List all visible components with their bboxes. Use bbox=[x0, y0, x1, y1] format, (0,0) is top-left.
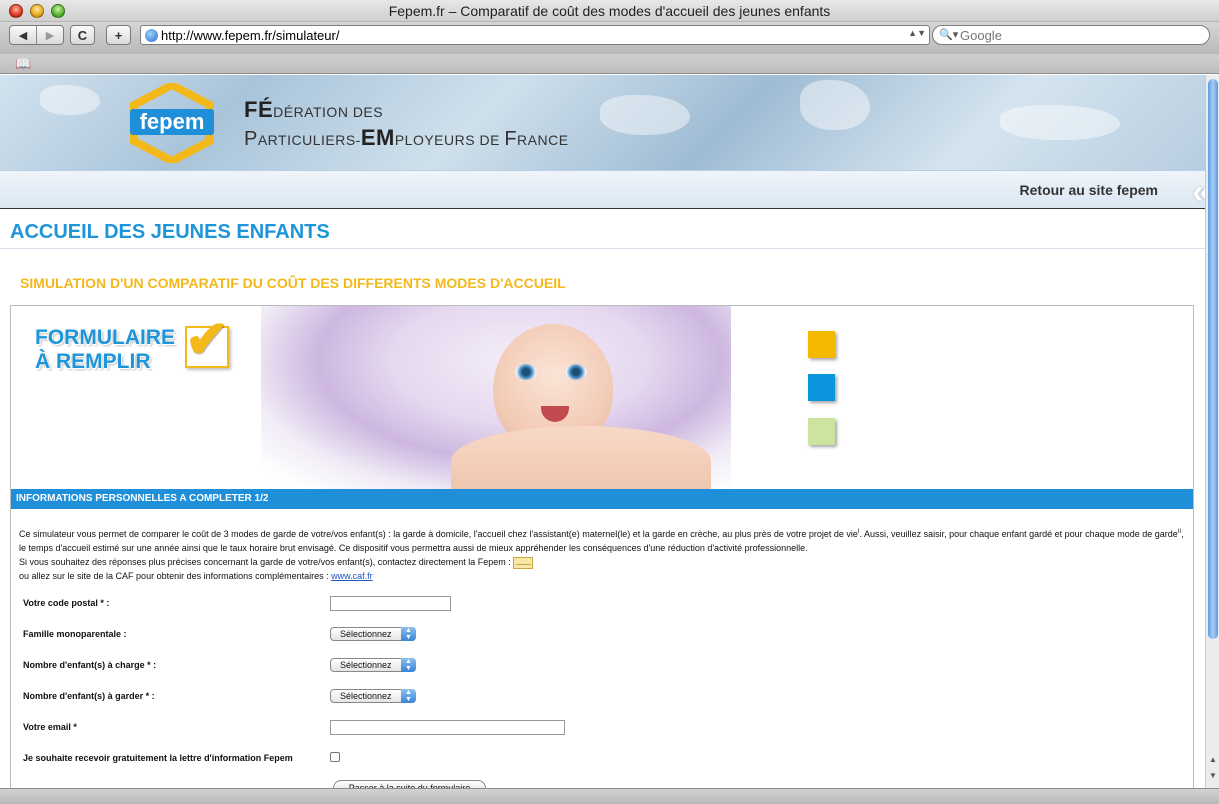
window-title: Fepem.fr – Comparatif de coût des modes … bbox=[388, 3, 831, 19]
fed-f: F bbox=[504, 128, 518, 150]
search-placeholder: Google bbox=[960, 28, 1002, 43]
banner-decor bbox=[1000, 105, 1120, 140]
postal-label: Votre code postal * : bbox=[23, 598, 110, 608]
intro-caf: ou allez sur le site de la CAF pour obte… bbox=[19, 571, 329, 581]
nav-buttons: ◀ ▶ bbox=[9, 25, 64, 45]
search-icon: 🔍▾ bbox=[939, 29, 959, 41]
search-field[interactable]: 🔍▾ Google bbox=[932, 25, 1210, 45]
fepem-logo[interactable]: fepem bbox=[130, 83, 214, 163]
baby-photo bbox=[261, 306, 731, 489]
form-container: FORMULAIRE À REMPLIR ✔ INFORMATIONS PERS… bbox=[10, 305, 1194, 788]
baby-mouth bbox=[541, 406, 569, 422]
status-bar bbox=[0, 788, 1219, 804]
reload-button[interactable]: C bbox=[70, 25, 95, 45]
banner-decor bbox=[800, 80, 870, 130]
bookmarks-book-icon[interactable]: 📖 bbox=[15, 56, 31, 72]
select-arrows-icon: ▲ ▼ bbox=[401, 627, 416, 641]
address-url: http://www.fepem.fr/simulateur/ bbox=[161, 28, 340, 43]
back-button[interactable]: ◀ bbox=[10, 26, 36, 44]
intro-text: Ce simulateur vous permet de comparer le… bbox=[19, 525, 1184, 583]
fed-line2a: ARTICULIERS- bbox=[257, 132, 361, 148]
reload-icon: C bbox=[77, 27, 88, 43]
banner-decor bbox=[600, 95, 690, 135]
intro-contact: Si vous souhaitez des réponses plus préc… bbox=[19, 557, 511, 567]
garder-label: Nombre d'enfant(s) à garder * : bbox=[23, 691, 155, 701]
newsletter-checkbox[interactable] bbox=[330, 752, 340, 762]
fed-line2c: RANCE bbox=[517, 132, 569, 148]
garder-select[interactable]: Sélectionnez ▲ ▼ bbox=[330, 689, 416, 703]
caf-link[interactable]: www.caf.fr bbox=[331, 571, 373, 581]
mono-select-value: Sélectionnez bbox=[340, 629, 392, 639]
garder-select-value: Sélectionnez bbox=[340, 691, 392, 701]
vertical-scrollbar[interactable]: ▲ ▼ bbox=[1205, 75, 1219, 788]
globe-icon bbox=[145, 29, 158, 42]
browser-window: Fepem.fr – Comparatif de coût des modes … bbox=[0, 0, 1219, 804]
title-divider bbox=[0, 248, 1205, 249]
color-square-green bbox=[808, 418, 835, 445]
fed-cap: FÉ bbox=[244, 97, 274, 122]
plus-icon: + bbox=[114, 27, 123, 43]
select-arrows-icon: ▲ ▼ bbox=[401, 658, 416, 672]
charge-select-value: Sélectionnez bbox=[340, 660, 392, 670]
bookmarks-bar: 📖 bbox=[0, 54, 1219, 74]
federation-name: FÉDÉRATION DES PARTICULIERS-EMPLOYEURS D… bbox=[244, 97, 569, 153]
title-bar: Fepem.fr – Comparatif de coût des modes … bbox=[0, 0, 1219, 22]
forward-button[interactable]: ▶ bbox=[36, 26, 63, 44]
intro-p1: Ce simulateur vous permet de comparer le… bbox=[19, 529, 858, 539]
mail-icon[interactable] bbox=[513, 556, 534, 569]
scroll-up-icon[interactable]: ▲ bbox=[1207, 755, 1219, 767]
address-dropdown-icon[interactable]: ▲▼ bbox=[908, 28, 926, 38]
mono-label: Famille monoparentale : bbox=[23, 629, 127, 639]
fed-line1: DÉRATION DES bbox=[273, 104, 384, 120]
fed-line2b: PLOYEURS DE bbox=[394, 132, 505, 148]
select-arrows-icon: ▲ ▼ bbox=[401, 689, 416, 703]
formulaire-line2: À REMPLIR bbox=[35, 350, 151, 373]
email-label: Votre email * bbox=[23, 722, 77, 732]
banner-decor bbox=[40, 85, 100, 115]
color-square-blue bbox=[808, 374, 835, 401]
hero-image: FORMULAIRE À REMPLIR ✔ bbox=[11, 306, 1193, 489]
formulaire-heading: FORMULAIRE À REMPLIR bbox=[35, 326, 175, 374]
baby-eye bbox=[515, 364, 537, 380]
double-chevron-icon[interactable]: « bbox=[1192, 173, 1205, 212]
email-input[interactable] bbox=[330, 720, 565, 735]
scroll-down-icon[interactable]: ▼ bbox=[1207, 771, 1219, 783]
add-bookmark-button[interactable]: + bbox=[106, 25, 131, 45]
baby-body bbox=[451, 426, 711, 489]
site-banner: fepem FÉDÉRATION DES PARTICULIERS-EMPLOY… bbox=[0, 75, 1205, 170]
charge-label: Nombre d'enfant(s) à charge * : bbox=[23, 660, 157, 670]
retour-link[interactable]: Retour au site fepem bbox=[1020, 182, 1158, 198]
address-bar[interactable]: http://www.fepem.fr/simulateur/ ▲▼ bbox=[140, 25, 930, 45]
intro-p2: . Aussi, veuillez saisir, pour chaque en… bbox=[859, 529, 1178, 539]
color-square-yellow bbox=[808, 331, 835, 358]
formulaire-line1: FORMULAIRE bbox=[35, 326, 175, 349]
charge-select[interactable]: Sélectionnez ▲ ▼ bbox=[330, 658, 416, 672]
checkmark-icon: ✔ bbox=[185, 311, 229, 369]
fed-em: EM bbox=[360, 125, 395, 150]
scrollbar-thumb[interactable] bbox=[1208, 79, 1218, 639]
page-title: ACCUEIL DES JEUNES ENFANTS bbox=[10, 221, 330, 243]
fed-p: P bbox=[244, 128, 258, 150]
next-step-button[interactable]: Passer à la suite du formulaire bbox=[333, 780, 486, 788]
mono-select[interactable]: Sélectionnez ▲ ▼ bbox=[330, 627, 416, 641]
web-page: fepem FÉDÉRATION DES PARTICULIERS-EMPLOY… bbox=[0, 75, 1205, 788]
page-subtitle: SIMULATION D'UN COMPARATIF DU COÛT DES D… bbox=[20, 275, 566, 291]
section-header: INFORMATIONS PERSONNELLES A COMPLETER 1/… bbox=[11, 489, 1193, 509]
postal-input[interactable] bbox=[330, 596, 451, 611]
sub-navigation-bar: Retour au site fepem « bbox=[0, 170, 1205, 212]
logo-text: fepem bbox=[140, 109, 205, 134]
baby-eye bbox=[565, 364, 587, 380]
newsletter-label: Je souhaite recevoir gratuitement la let… bbox=[23, 753, 293, 763]
